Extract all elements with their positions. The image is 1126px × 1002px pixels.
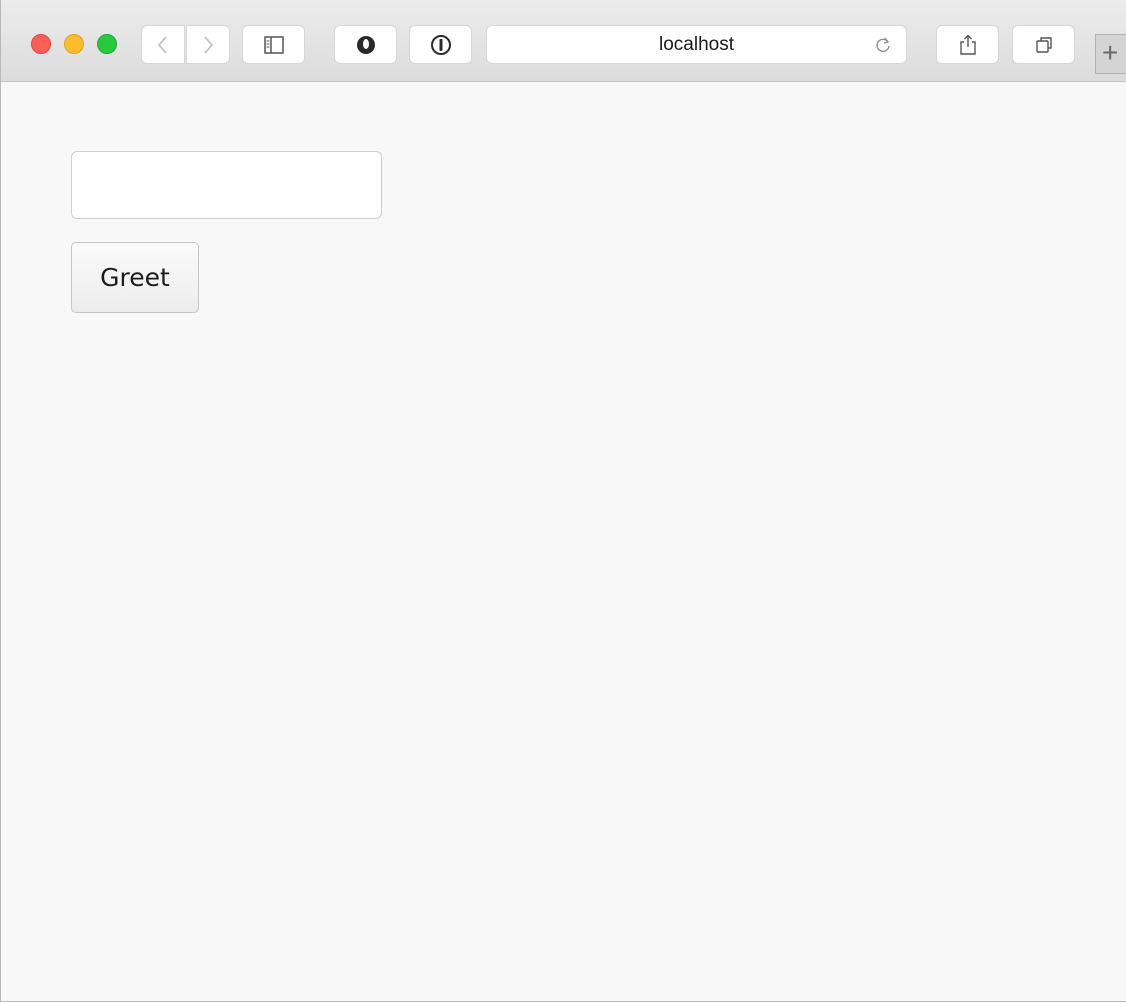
ghostery-extension-button[interactable]	[334, 25, 397, 64]
close-window-button[interactable]	[31, 34, 51, 54]
show-tabs-button[interactable]	[1012, 25, 1075, 64]
tabs-icon	[1033, 34, 1055, 56]
sidebar-icon	[263, 35, 285, 55]
sidebar-toggle-button[interactable]	[242, 25, 305, 64]
chevron-left-icon	[156, 34, 170, 56]
new-tab-button[interactable]: +	[1095, 34, 1126, 74]
address-bar[interactable]: localhost	[486, 25, 907, 64]
browser-window: localhost + Greet	[0, 0, 1126, 1002]
forward-button[interactable]	[186, 25, 230, 64]
zoom-window-button[interactable]	[97, 34, 117, 54]
minimize-window-button[interactable]	[64, 34, 84, 54]
share-button[interactable]	[936, 25, 999, 64]
browser-toolbar: localhost +	[1, 0, 1126, 82]
reload-icon[interactable]	[872, 34, 894, 56]
share-icon	[958, 33, 978, 57]
ghostery-icon	[355, 34, 377, 56]
address-bar-text: localhost	[659, 34, 734, 55]
back-button[interactable]	[141, 25, 185, 64]
onepassword-icon	[430, 34, 452, 56]
onepassword-extension-button[interactable]	[409, 25, 472, 64]
name-input[interactable]	[71, 151, 382, 219]
greet-button[interactable]: Greet	[71, 242, 199, 313]
chevron-right-icon	[201, 34, 215, 56]
page-content: Greet	[1, 82, 1126, 1001]
